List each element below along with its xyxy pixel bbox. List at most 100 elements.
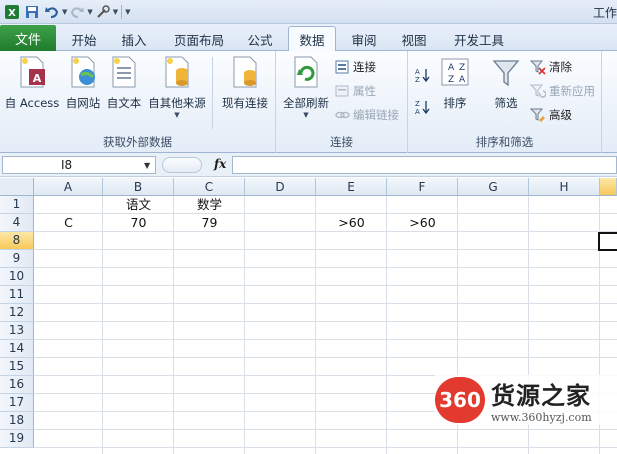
filter-button[interactable]: 筛选 [488, 55, 524, 111]
row-header-4[interactable]: 4 [0, 214, 34, 232]
formula-bar: I8 ▼ fx [0, 153, 617, 177]
row-gridline [34, 303, 617, 304]
refresh-icon [294, 56, 318, 88]
filter-funnel-icon [492, 60, 520, 87]
tab-4[interactable]: 数据 [288, 26, 336, 52]
row-gridline [34, 447, 617, 448]
advanced-filter-button[interactable]: 高级 [530, 105, 572, 125]
formula-bar-handle[interactable] [162, 157, 202, 173]
ribbon: A 自 Access 自网站 自文本 自其他来源 ▼ 现有连接 获取外部数据 全… [0, 51, 617, 153]
qat-separator [121, 5, 123, 19]
column-header-c[interactable]: C [174, 178, 245, 196]
refresh-all-button[interactable]: 全部刷新 ▼ [278, 55, 334, 119]
column-header-d[interactable]: D [245, 178, 316, 196]
quick-access-toolbar: X ▼ ▼ ▼ ▼ [2, 2, 131, 22]
svg-text:A: A [415, 108, 420, 115]
other-sources-dropdown-icon[interactable]: ▼ [174, 111, 179, 119]
row-header-16[interactable]: 16 [0, 376, 34, 394]
active-cell-border [598, 232, 617, 251]
insert-function-icon[interactable]: fx [214, 157, 226, 171]
access-icon: A [20, 56, 45, 88]
customize-qat-icon[interactable]: ▼ [125, 8, 130, 16]
title-bar: X ▼ ▼ ▼ ▼ 工作 [0, 0, 617, 24]
row-gridline [34, 267, 617, 268]
tab-5[interactable]: 审阅 [342, 28, 386, 50]
redo-icon[interactable] [67, 2, 87, 22]
cell-b4[interactable]: 70 [103, 214, 174, 232]
undo-icon[interactable] [42, 2, 62, 22]
column-header-selected[interactable] [600, 178, 617, 196]
name-box-dropdown-icon[interactable]: ▼ [144, 161, 150, 170]
from-text-button[interactable]: 自文本 [104, 55, 144, 111]
save-icon[interactable] [22, 2, 42, 22]
edit-links-button[interactable]: 编辑链接 [334, 105, 399, 125]
refresh-dropdown-icon[interactable]: ▼ [303, 111, 308, 119]
watermark-text: 货源之家 www.360hyzj.com [491, 382, 592, 424]
from-web-button[interactable]: 自网站 [62, 55, 104, 111]
formula-input[interactable] [232, 156, 617, 174]
column-header-a[interactable]: A [34, 178, 103, 196]
sort-za-icon: ZA [415, 100, 430, 115]
existing-connections-icon [233, 56, 257, 88]
cell-c1[interactable]: 数学 [174, 196, 245, 214]
group-label-sort-filter: 排序和筛选 [475, 135, 534, 149]
cell-c4[interactable]: 79 [174, 214, 245, 232]
tab-2[interactable]: 页面布局 [164, 28, 234, 50]
from-access-button[interactable]: A 自 Access [4, 55, 60, 111]
row-header-11[interactable]: 11 [0, 286, 34, 304]
row-header-17[interactable]: 17 [0, 394, 34, 412]
sort-descending-button[interactable]: ZA [414, 97, 433, 117]
clear-filter-button[interactable]: 清除 [530, 57, 572, 77]
connections-button[interactable]: 连接 [334, 57, 376, 77]
cell-f4[interactable]: >60 [387, 214, 458, 232]
column-header-b[interactable]: B [103, 178, 174, 196]
tab-3[interactable]: 公式 [238, 28, 282, 50]
row-header-15[interactable]: 15 [0, 358, 34, 376]
column-header-h[interactable]: H [529, 178, 600, 196]
group-get-external-data: A 自 Access 自网站 自文本 自其他来源 ▼ 现有连接 获取外部数据 [0, 51, 276, 153]
tools-dropdown-icon[interactable]: ▼ [113, 8, 118, 16]
cell-e4[interactable]: >60 [316, 214, 387, 232]
tab-6[interactable]: 视图 [392, 28, 436, 50]
row-gridline [34, 285, 617, 286]
svg-text:X: X [8, 8, 16, 19]
reapply-button[interactable]: 重新应用 [530, 81, 595, 101]
tab-file[interactable]: 文件 [0, 25, 56, 51]
group-sort-filter: AZ ZA AZZA 排序 筛选 清除 重新应用 高级 排序和筛选 [408, 51, 602, 153]
other-sources-icon [165, 56, 189, 88]
column-header-g[interactable]: G [458, 178, 529, 196]
column-gridline [173, 196, 174, 454]
cell-a4[interactable]: C [34, 214, 103, 232]
svg-text:Z: Z [415, 76, 420, 83]
cell-b1[interactable]: 语文 [103, 196, 174, 214]
row-header-9[interactable]: 9 [0, 250, 34, 268]
name-box[interactable]: I8 [2, 156, 156, 174]
excel-logo-icon[interactable]: X [2, 2, 22, 22]
row-header-8[interactable]: 8 [0, 232, 34, 250]
connections-icon [335, 60, 349, 74]
clear-filter-icon [530, 60, 546, 75]
column-gridline [244, 196, 245, 454]
row-header-12[interactable]: 12 [0, 304, 34, 322]
from-other-sources-button[interactable]: 自其他来源 ▼ [146, 55, 208, 119]
row-header-14[interactable]: 14 [0, 340, 34, 358]
properties-button[interactable]: 属性 [334, 81, 376, 101]
row-header-19[interactable]: 19 [0, 430, 34, 448]
tools-icon[interactable] [93, 2, 113, 22]
row-header-1[interactable]: 1 [0, 196, 34, 214]
row-header-10[interactable]: 10 [0, 268, 34, 286]
tab-1[interactable]: 插入 [112, 28, 156, 50]
column-gridline [315, 196, 316, 454]
column-header-e[interactable]: E [316, 178, 387, 196]
row-header-13[interactable]: 13 [0, 322, 34, 340]
existing-connections-button[interactable]: 现有连接 [216, 55, 274, 111]
tab-0[interactable]: 开始 [58, 28, 110, 50]
select-all-corner[interactable] [0, 178, 34, 196]
row-header-18[interactable]: 18 [0, 412, 34, 430]
tab-7[interactable]: 开发工具 [444, 28, 514, 50]
sort-az-icon: AZ [415, 68, 430, 83]
column-header-f[interactable]: F [387, 178, 458, 196]
sort-button[interactable]: AZZA 排序 [438, 55, 472, 111]
properties-icon [335, 85, 349, 97]
sort-ascending-button[interactable]: AZ [414, 65, 433, 85]
